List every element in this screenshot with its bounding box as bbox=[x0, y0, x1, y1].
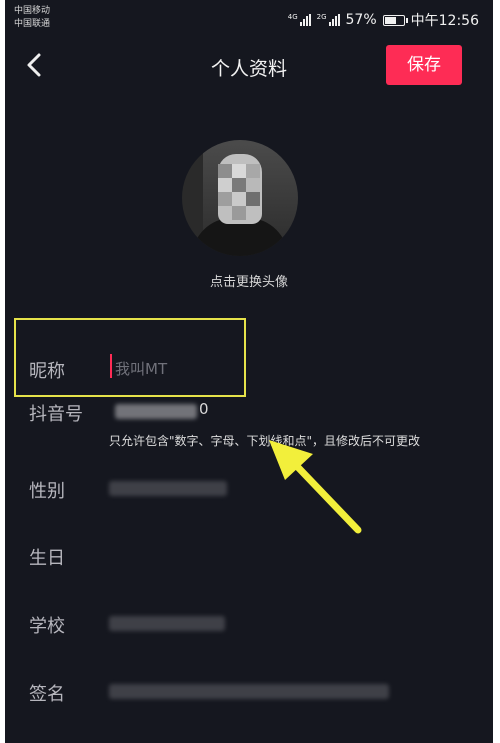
status-bar: 中国移动 中国联通 4G 2G 57% 中午12:56 bbox=[5, 0, 493, 40]
signature-label: 签名 bbox=[29, 684, 65, 705]
avatar[interactable] bbox=[182, 140, 298, 256]
douyin-id-redacted bbox=[115, 404, 197, 419]
school-placeholder-redacted[interactable] bbox=[109, 616, 225, 631]
top-nav: 个人资料 保存 bbox=[5, 40, 493, 96]
signal-icon: 4G bbox=[288, 14, 311, 26]
battery-percent: 57% bbox=[345, 12, 377, 28]
clock: 中午12:56 bbox=[410, 13, 479, 29]
network-type-2: 2G bbox=[316, 13, 327, 21]
battery-icon bbox=[382, 14, 408, 26]
status-indicators: 4G 2G 57% 中午12:56 bbox=[288, 10, 479, 30]
signature-placeholder-redacted[interactable] bbox=[109, 684, 389, 699]
douyin-id-label: 抖音号 bbox=[29, 404, 83, 425]
gender-label: 性别 bbox=[29, 481, 65, 502]
birthday-label: 生日 bbox=[29, 548, 65, 569]
annotation-arrow-icon bbox=[269, 440, 362, 534]
signal-icon-2: 2G bbox=[317, 14, 340, 26]
change-avatar-link[interactable]: 点击更换头像 bbox=[5, 271, 493, 290]
text-cursor bbox=[110, 354, 112, 378]
save-button[interactable]: 保存 bbox=[386, 45, 462, 85]
douyin-id-value[interactable]: 0 bbox=[199, 400, 209, 418]
gender-placeholder-redacted[interactable] bbox=[109, 481, 227, 496]
nickname-label: 昵称 bbox=[29, 361, 65, 382]
network-type-1: 4G bbox=[287, 13, 298, 21]
nickname-input[interactable]: 我叫MT bbox=[115, 358, 167, 379]
carrier-2: 中国联通 bbox=[14, 19, 51, 29]
profile-screen: 中国移动 中国联通 4G 2G 57% 中午12:56 个人资料 保存 点击更换… bbox=[5, 0, 493, 743]
school-label: 学校 bbox=[29, 616, 65, 637]
carrier-1: 中国移动 bbox=[14, 6, 51, 16]
